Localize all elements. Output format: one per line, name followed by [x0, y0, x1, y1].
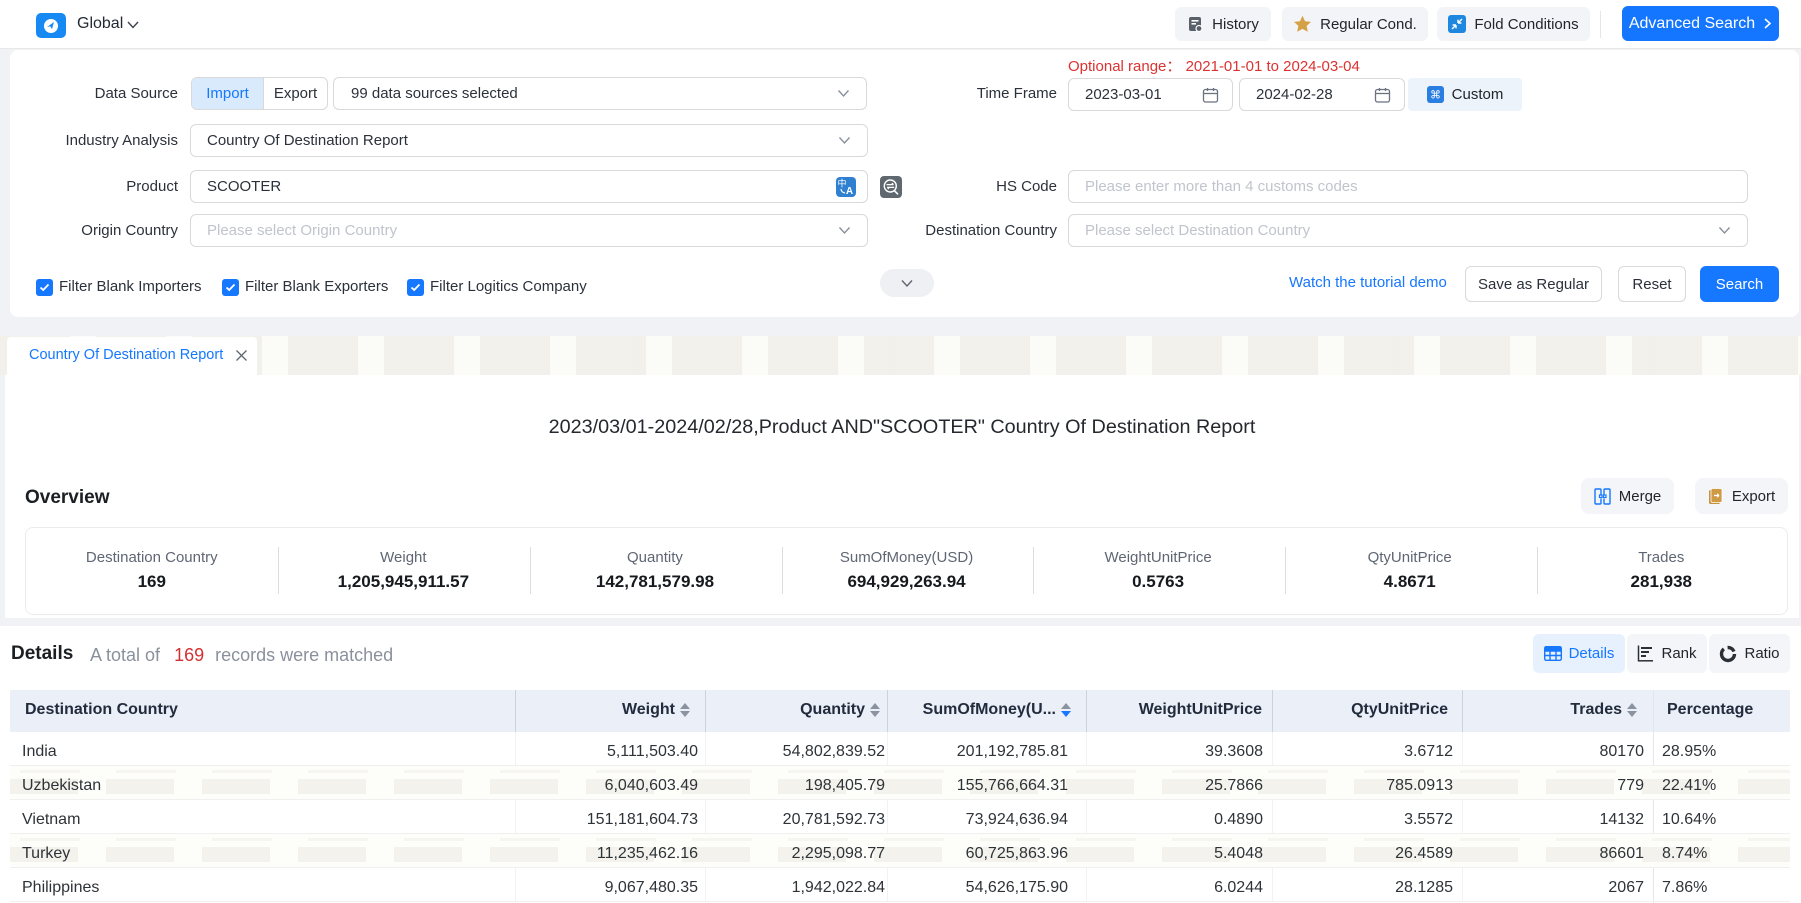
svg-text:A: A — [846, 186, 853, 197]
svg-text:⌘: ⌘ — [1430, 90, 1441, 102]
